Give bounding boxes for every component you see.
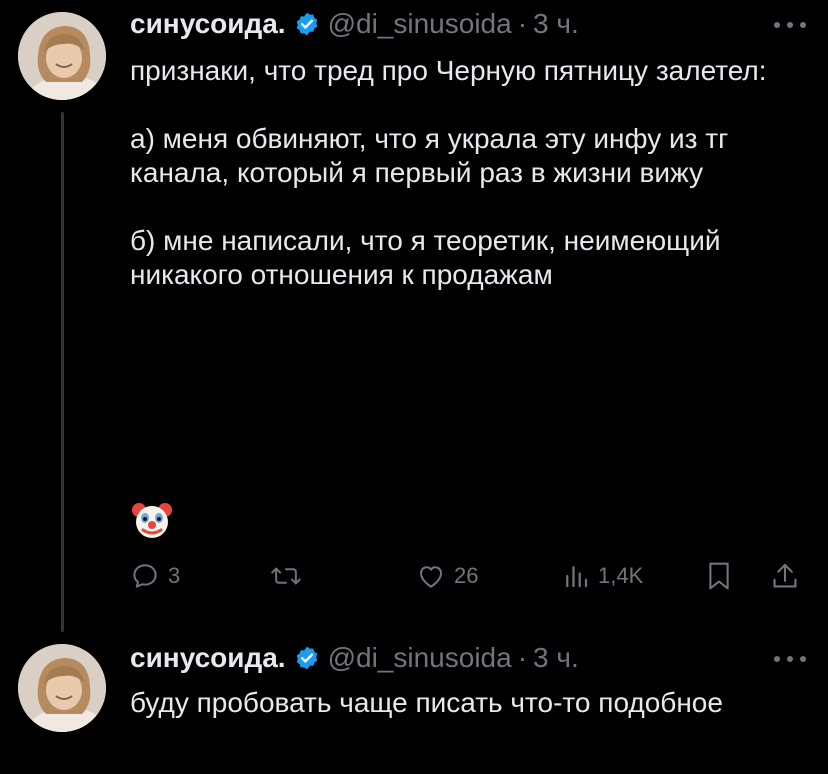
views-button[interactable]: 1,4K — [562, 556, 643, 596]
bookmark-icon — [705, 560, 733, 592]
tweet-1[interactable]: синусоида. @di_sinusoida · 3 ч. признаки… — [0, 0, 828, 632]
avatar[interactable] — [18, 644, 106, 732]
tweet-2[interactable]: синусоида. @di_sinusoida · 3 ч. буду про… — [0, 630, 828, 774]
more-options-icon[interactable] — [774, 654, 806, 664]
author-name[interactable]: синусоида. — [130, 642, 286, 674]
share-icon — [770, 560, 800, 592]
views-icon — [562, 561, 590, 591]
reply-icon — [130, 561, 160, 591]
tweet-header: синусоида. @di_sinusoida · 3 ч. — [130, 638, 579, 678]
more-options-icon[interactable] — [774, 20, 806, 30]
tweet-actions: 3 26 1,4K — [130, 556, 810, 596]
author-handle[interactable]: @di_sinusoida — [328, 642, 512, 674]
reply-button[interactable]: 3 — [130, 556, 180, 596]
verified-badge-icon — [294, 11, 320, 37]
views-count: 1,4K — [598, 563, 644, 588]
bookmark-button[interactable] — [705, 556, 733, 596]
avatar[interactable] — [18, 12, 106, 100]
tweet-text: буду пробовать чаще писать что-то подобн… — [130, 687, 723, 718]
author-name[interactable]: синусоида. — [130, 8, 286, 40]
author-handle[interactable]: @di_sinusoida — [328, 8, 512, 40]
thread-line — [61, 112, 64, 632]
like-count: 26 — [454, 563, 479, 588]
like-icon — [416, 561, 446, 591]
retweet-icon — [270, 561, 302, 591]
tweet-text: признаки, что тред про Черную пятницу за… — [130, 55, 767, 290]
tweet-timestamp[interactable]: 3 ч. — [533, 642, 579, 674]
retweet-button[interactable] — [270, 556, 310, 596]
clown-face-icon — [130, 498, 174, 542]
verified-badge-icon — [294, 645, 320, 671]
reply-count: 3 — [168, 563, 181, 588]
separator-dot: · — [517, 8, 528, 39]
like-button[interactable]: 26 — [416, 556, 478, 596]
tweet-header: синусоида. @di_sinusoida · 3 ч. — [130, 4, 579, 44]
share-button[interactable] — [770, 556, 800, 596]
tweet-timestamp[interactable]: 3 ч. — [533, 8, 579, 40]
separator-dot: · — [517, 642, 528, 673]
